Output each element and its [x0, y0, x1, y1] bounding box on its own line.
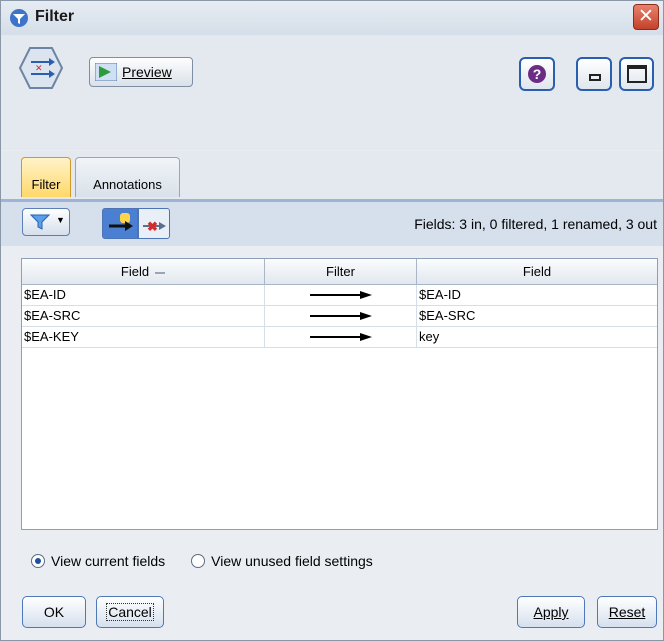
cancel-label: Cancel — [106, 603, 154, 621]
view-unused-settings-radio[interactable] — [191, 554, 206, 568]
filter-dialog: Filter ✕ ✕ Preview ? Filter Annotations — [0, 0, 664, 641]
svg-text:✕: ✕ — [35, 63, 43, 73]
reset-button[interactable]: Reset — [597, 596, 657, 628]
filter-toggle-cell[interactable] — [265, 285, 417, 305]
fields-summary: Fields: 3 in, 0 filtered, 1 renamed, 3 o… — [414, 216, 657, 232]
field-out-cell[interactable]: key — [417, 327, 657, 347]
column-header-filter[interactable]: Filter — [265, 259, 417, 285]
view-unused-settings-label[interactable]: View unused field settings — [211, 553, 373, 569]
discard-arrow-icon: ✖ — [143, 219, 166, 234]
filter-toggle-cell[interactable] — [265, 306, 417, 326]
chevron-down-icon: ▼ — [56, 215, 65, 225]
window-title: Filter — [35, 8, 75, 25]
sort-indicator-icon — [155, 271, 166, 274]
minimize-icon — [589, 74, 601, 81]
table-row[interactable]: $EA-KEY key — [22, 327, 657, 348]
svg-text:✖: ✖ — [147, 219, 158, 234]
field-in-cell: $EA-ID — [22, 285, 265, 305]
table-row[interactable]: $EA-SRC $EA-SRC — [22, 306, 657, 327]
tab-strip: Filter Annotations — [1, 151, 663, 202]
column-header-field-out[interactable]: Field — [417, 259, 657, 285]
field-in-cell: $EA-KEY — [22, 327, 265, 347]
column-header-field-in[interactable]: Field — [22, 259, 265, 285]
field-out-cell[interactable]: $EA-ID — [417, 285, 657, 305]
close-button[interactable]: ✕ — [633, 4, 659, 30]
minimize-button[interactable] — [576, 57, 612, 91]
apply-button[interactable]: Apply — [517, 596, 585, 628]
help-button[interactable]: ? — [519, 57, 555, 91]
field-filter-table: Field Filter Field $EA-ID $EA-ID $EA-SRC — [21, 258, 658, 530]
tab-annotations[interactable]: Annotations — [75, 157, 180, 197]
pass-arrow-icon — [310, 291, 372, 299]
funnel-icon — [30, 214, 50, 230]
view-options: View current fields View unused field se… — [31, 550, 399, 572]
tab-filter[interactable]: Filter — [21, 157, 71, 197]
view-current-fields-radio[interactable] — [31, 554, 45, 568]
filter-toggle-cell[interactable] — [265, 327, 417, 347]
pass-arrow-icon — [310, 312, 372, 320]
ok-button[interactable]: OK — [22, 596, 86, 628]
help-icon: ? — [528, 65, 546, 83]
title-bar: Filter ✕ — [1, 1, 663, 36]
filter-options-dropdown[interactable]: ▼ — [22, 208, 70, 236]
table-row[interactable]: $EA-ID $EA-ID — [22, 285, 657, 306]
reset-label: Reset — [608, 604, 646, 620]
header-area — [1, 35, 663, 150]
pass-arrow-icon — [310, 333, 372, 341]
preview-label: Preview — [122, 64, 172, 80]
field-out-cell[interactable]: $EA-SRC — [417, 306, 657, 326]
field-in-cell: $EA-SRC — [22, 306, 265, 326]
cancel-button[interactable]: Cancel — [96, 596, 164, 628]
view-current-fields-label[interactable]: View current fields — [51, 553, 165, 569]
maximize-button[interactable] — [619, 57, 654, 91]
pass-arrow-icon — [109, 213, 133, 231]
filter-toolbar: ▼ ✖ Fields: 3 in, 0 filtered, 1 renamed,… — [1, 202, 663, 246]
filter-node-hexagon-icon: ✕ — [19, 47, 63, 89]
preview-button[interactable]: Preview — [89, 57, 193, 87]
close-icon: ✕ — [638, 6, 654, 27]
table-header: Field Filter Field — [22, 259, 657, 285]
preview-icon — [95, 63, 117, 81]
pass-fields-toggle[interactable] — [102, 208, 138, 239]
filter-node-icon — [10, 9, 28, 27]
discard-fields-toggle[interactable]: ✖ — [138, 208, 170, 239]
maximize-icon — [627, 65, 647, 83]
apply-label: Apply — [533, 604, 569, 620]
